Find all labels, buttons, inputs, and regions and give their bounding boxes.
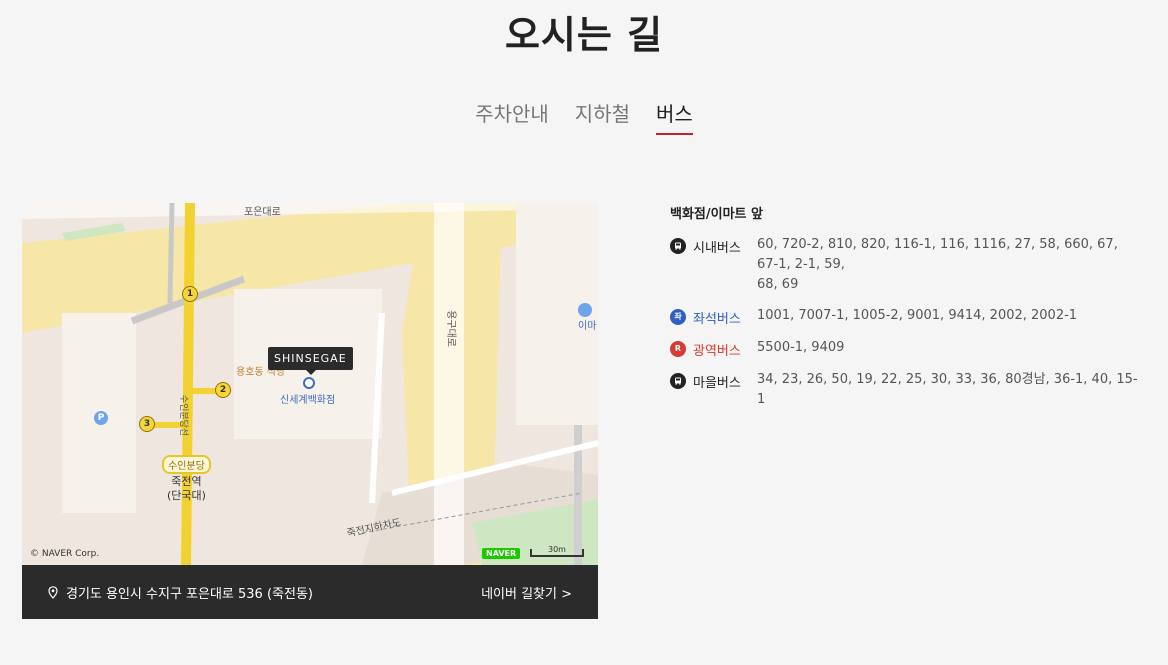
emart-label: 이마 [578, 321, 597, 332]
bus-numbers: 1001, 7007-1, 1005-2, 9001, 9414, 2002, … [757, 308, 1078, 323]
map[interactable]: 포은대로 용구대로 수인분당선 죽전지하차도 1 2 3 P 이마 용호동 식당… [22, 203, 598, 565]
store-marker-icon[interactable] [303, 377, 315, 389]
tab-bar: 주차안내 지하철 버스 [0, 98, 1168, 135]
address: 경기도 용인시 수지구 포은대로 536 (죽전동) [48, 583, 313, 602]
map-pin-icon [48, 585, 58, 599]
road-label-vertical: 용구대로 [444, 310, 456, 347]
naver-route-link[interactable]: 네이버 길찾기 > [481, 583, 572, 602]
station-line-badge: 수인분당 [162, 455, 211, 474]
store-label: 신세계백화점 [280, 395, 336, 406]
bus-type-label: 광역버스 [693, 344, 741, 359]
bus-type-label: 좌석버스 [693, 312, 741, 327]
tab-bus[interactable]: 버스 [656, 98, 693, 135]
address-text: 경기도 용인시 수지구 포은대로 536 (죽전동) [66, 586, 313, 602]
city-bus-icon [670, 238, 686, 254]
express-bus-icon: R [670, 341, 686, 357]
station-name[interactable]: 죽전역 (단국대) [167, 475, 206, 503]
station-name-line2: (단국대) [167, 489, 206, 502]
page-title: 오시는 길 [504, 12, 664, 57]
shinsegae-marker[interactable]: SHINSEGAE [268, 347, 353, 375]
bus-numbers: 34, 23, 26, 50, 19, 22, 25, 30, 33, 36, … [757, 372, 1138, 407]
bus-stop-heading: 백화점/이마트 앞 [670, 207, 763, 222]
road-label-left: 수인분당선 [178, 394, 189, 437]
scale-bar [530, 549, 584, 557]
bus-type-label: 시내버스 [693, 241, 741, 256]
naver-logo: NAVER [482, 548, 521, 559]
exit-1-icon[interactable]: 1 [182, 286, 198, 302]
road-label-top: 포은대로 [244, 207, 281, 218]
tab-subway[interactable]: 지하철 [575, 98, 630, 135]
seat-bus-icon: 좌 [670, 309, 686, 325]
bus-numbers-line2: 68, 69 [757, 277, 799, 292]
map-card: 포은대로 용구대로 수인분당선 죽전지하차도 1 2 3 P 이마 용호동 식당… [22, 203, 598, 619]
parking-icon[interactable]: P [94, 411, 108, 425]
bus-row-village: 마을버스 34, 23, 26, 50, 19, 22, 25, 30, 33,… [670, 372, 1140, 410]
bus-stop-icon[interactable] [578, 303, 592, 317]
exit-3-icon[interactable]: 3 [139, 416, 155, 432]
station-name-line1: 죽전역 [171, 475, 202, 488]
bus-numbers: 5500-1, 9409 [757, 340, 845, 355]
exit-2-icon[interactable]: 2 [215, 382, 231, 398]
address-bar: 경기도 용인시 수지구 포은대로 536 (죽전동) 네이버 길찾기 > [22, 565, 598, 619]
village-bus-icon [670, 373, 686, 389]
bus-numbers: 60, 720-2, 810, 820, 116-1, 116, 1116, 2… [757, 235, 1140, 295]
bus-numbers-line1: 60, 720-2, 810, 820, 116-1, 116, 1116, 2… [757, 237, 1118, 272]
bus-row-seat: 좌 좌석버스 1001, 7007-1, 1005-2, 9001, 9414,… [670, 308, 1140, 327]
bus-row-city: 시내버스 60, 720-2, 810, 820, 116-1, 116, 11… [670, 237, 1140, 295]
bus-type-label: 마을버스 [693, 376, 741, 391]
bus-row-express: R 광역버스 5500-1, 9409 [670, 340, 1140, 359]
map-copyright: © NAVER Corp. [30, 549, 100, 559]
bus-info: 백화점/이마트 앞 시내버스 60, 720-2, 810, 820, 116-… [670, 203, 1140, 423]
tab-parking[interactable]: 주차안내 [475, 98, 549, 135]
